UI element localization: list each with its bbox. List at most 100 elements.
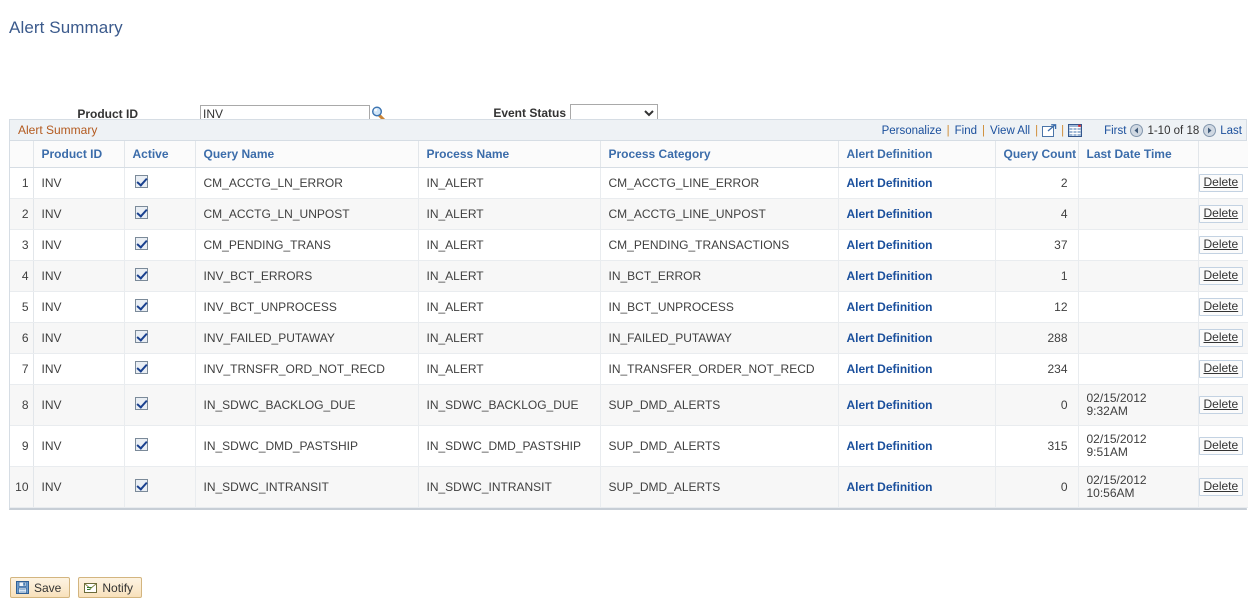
save-button[interactable]: Save: [10, 577, 70, 598]
product-id-cell: INV: [33, 230, 124, 261]
product-id-cell: INV: [33, 354, 124, 385]
product-id-cell: INV: [33, 168, 124, 199]
action-cell[interactable]: Delete: [1198, 467, 1248, 508]
process-category-cell: SUP_DMD_ALERTS: [600, 426, 838, 467]
find-link[interactable]: Find: [951, 125, 981, 137]
alert-definition-cell[interactable]: Alert Definition: [838, 323, 995, 354]
pager-first-link[interactable]: First: [1104, 125, 1126, 137]
previous-page-icon[interactable]: [1130, 124, 1143, 137]
action-cell[interactable]: Delete: [1198, 426, 1248, 467]
action-cell[interactable]: Delete: [1198, 323, 1248, 354]
action-cell[interactable]: Delete: [1198, 168, 1248, 199]
alert-definition-link[interactable]: Alert Definition: [847, 480, 933, 494]
delete-button[interactable]: Delete: [1199, 396, 1244, 414]
delete-button[interactable]: Delete: [1199, 236, 1244, 254]
query-name-cell: CM_ACCTG_LN_ERROR: [195, 168, 418, 199]
grid-view-icon[interactable]: [1065, 124, 1086, 138]
process-category-cell: IN_FAILED_PUTAWAY: [600, 323, 838, 354]
alert-definition-cell[interactable]: Alert Definition: [838, 467, 995, 508]
process-category-cell: CM_ACCTG_LINE_UNPOST: [600, 199, 838, 230]
active-cell[interactable]: [124, 467, 195, 508]
active-checkbox[interactable]: [135, 268, 148, 281]
active-checkbox[interactable]: [135, 237, 148, 250]
active-cell[interactable]: [124, 261, 195, 292]
product-id-cell: INV: [33, 323, 124, 354]
process-name-cell: IN_ALERT: [418, 354, 600, 385]
active-checkbox[interactable]: [135, 330, 148, 343]
active-checkbox[interactable]: [135, 479, 148, 492]
last-date-time-cell: [1078, 199, 1198, 230]
active-checkbox[interactable]: [135, 397, 148, 410]
delete-button[interactable]: Delete: [1199, 298, 1244, 316]
active-cell[interactable]: [124, 385, 195, 426]
alert-definition-link[interactable]: Alert Definition: [847, 331, 933, 345]
action-cell[interactable]: Delete: [1198, 199, 1248, 230]
active-cell[interactable]: [124, 354, 195, 385]
alert-definition-link[interactable]: Alert Definition: [847, 398, 933, 412]
alert-definition-link[interactable]: Alert Definition: [847, 238, 933, 252]
alert-definition-cell[interactable]: Alert Definition: [838, 168, 995, 199]
action-cell[interactable]: Delete: [1198, 261, 1248, 292]
active-checkbox[interactable]: [135, 175, 148, 188]
view-all-link[interactable]: View All: [986, 125, 1034, 137]
query-count-cell: 37: [995, 230, 1078, 261]
table-row: 9INVIN_SDWC_DMD_PASTSHIPIN_SDWC_DMD_PAST…: [10, 426, 1248, 467]
alert-definition-link[interactable]: Alert Definition: [847, 207, 933, 221]
download-to-excel-icon[interactable]: [1039, 124, 1060, 138]
pager-last-link[interactable]: Last: [1220, 125, 1242, 137]
alert-definition-cell[interactable]: Alert Definition: [838, 292, 995, 323]
active-cell[interactable]: [124, 199, 195, 230]
active-cell[interactable]: [124, 168, 195, 199]
delete-button[interactable]: Delete: [1199, 329, 1244, 347]
alert-definition-link[interactable]: Alert Definition: [847, 362, 933, 376]
alert-definition-link[interactable]: Alert Definition: [847, 439, 933, 453]
notify-button[interactable]: Notify: [78, 577, 142, 598]
delete-button[interactable]: Delete: [1199, 437, 1244, 455]
next-page-icon[interactable]: [1203, 124, 1216, 137]
delete-button[interactable]: Delete: [1199, 478, 1244, 496]
active-checkbox[interactable]: [135, 361, 148, 374]
process-category-cell: SUP_DMD_ALERTS: [600, 467, 838, 508]
last-date-time-cell: [1078, 323, 1198, 354]
alert-definition-link[interactable]: Alert Definition: [847, 176, 933, 190]
active-cell[interactable]: [124, 292, 195, 323]
query-count-cell: 4: [995, 199, 1078, 230]
action-cell[interactable]: Delete: [1198, 385, 1248, 426]
alert-definition-link[interactable]: Alert Definition: [847, 300, 933, 314]
alert-definition-cell[interactable]: Alert Definition: [838, 230, 995, 261]
active-checkbox[interactable]: [135, 206, 148, 219]
row-number-cell: 5: [10, 292, 33, 323]
table-body: 1INVCM_ACCTG_LN_ERRORIN_ALERTCM_ACCTG_LI…: [10, 168, 1248, 508]
active-cell[interactable]: [124, 426, 195, 467]
action-cell[interactable]: Delete: [1198, 230, 1248, 261]
query-count-cell: 315: [995, 426, 1078, 467]
action-cell[interactable]: Delete: [1198, 354, 1248, 385]
active-checkbox[interactable]: [135, 299, 148, 312]
process-name-cell: IN_ALERT: [418, 230, 600, 261]
query-count-cell: 12: [995, 292, 1078, 323]
delete-button[interactable]: Delete: [1199, 205, 1244, 223]
column-header-alert-definition: Alert Definition: [838, 141, 995, 168]
column-header-rownum: [10, 141, 33, 168]
active-checkbox[interactable]: [135, 438, 148, 451]
alert-definition-link[interactable]: Alert Definition: [847, 269, 933, 283]
row-number-cell: 3: [10, 230, 33, 261]
query-name-cell: IN_SDWC_INTRANSIT: [195, 467, 418, 508]
alert-definition-cell[interactable]: Alert Definition: [838, 354, 995, 385]
personalize-link[interactable]: Personalize: [878, 125, 946, 137]
delete-button[interactable]: Delete: [1199, 174, 1244, 192]
alert-definition-cell[interactable]: Alert Definition: [838, 199, 995, 230]
delete-button[interactable]: Delete: [1199, 267, 1244, 285]
last-date-time-cell: [1078, 168, 1198, 199]
active-cell[interactable]: [124, 323, 195, 354]
alert-definition-cell[interactable]: Alert Definition: [838, 426, 995, 467]
action-cell[interactable]: Delete: [1198, 292, 1248, 323]
process-category-cell: SUP_DMD_ALERTS: [600, 385, 838, 426]
process-category-cell: CM_PENDING_TRANSACTIONS: [600, 230, 838, 261]
alert-definition-cell[interactable]: Alert Definition: [838, 261, 995, 292]
process-name-cell: IN_ALERT: [418, 323, 600, 354]
alert-definition-cell[interactable]: Alert Definition: [838, 385, 995, 426]
delete-button[interactable]: Delete: [1199, 360, 1244, 378]
active-cell[interactable]: [124, 230, 195, 261]
column-header-query-name: Query Name: [195, 141, 418, 168]
